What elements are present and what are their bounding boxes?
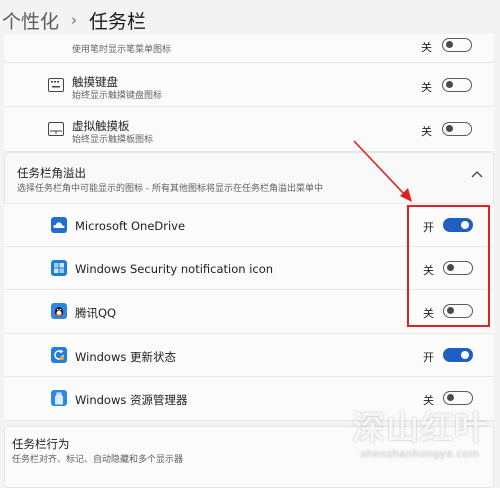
breadcrumb: 个性化 › 任务栏 (2, 6, 146, 34)
touch-keyboard-toggle[interactable] (442, 78, 472, 92)
touch-keyboard-state: 关 (421, 81, 432, 94)
pen-menu-row: 使用笔时显示笔菜单图标 关 (4, 34, 494, 60)
app-name: Windows Security notification icon (75, 262, 274, 276)
highlight-box (407, 205, 490, 327)
app-name: Windows 更新状态 (75, 350, 176, 364)
app-state: 开 (423, 351, 434, 364)
usb-drive-icon (51, 390, 67, 406)
page-title: 任务栏 (89, 10, 147, 33)
watermark: 深山红叶 shenshanhongye.com (345, 401, 495, 471)
breadcrumb-separator-icon: › (71, 11, 78, 29)
app-name: 腾讯QQ (75, 306, 117, 320)
virtual-touchpad-toggle[interactable] (442, 122, 472, 136)
virtual-touchpad-row: 虚拟触摸板 始终显示触摸板图标 关 (4, 106, 494, 151)
watermark-text: 深山红叶 (352, 408, 488, 447)
annotation-arrow-icon (353, 140, 412, 202)
app-name: Microsoft OneDrive (75, 219, 186, 233)
touch-keyboard-row: 触摸键盘 始终显示触摸键盘图标 关 (4, 62, 494, 107)
security-shield-icon (51, 260, 67, 276)
windows-update-icon (51, 347, 67, 363)
qq-penguin-icon (51, 303, 67, 319)
onedrive-icon (51, 217, 67, 233)
chevron-up-icon[interactable] (471, 167, 483, 181)
app-row-windows-update: Windows 更新状态 开 (4, 333, 494, 377)
windows-update-toggle[interactable] (443, 348, 473, 362)
pen-menu-subtitle: 使用笔时显示笔菜单图标 (72, 45, 172, 55)
breadcrumb-parent[interactable]: 个性化 (2, 7, 59, 34)
pen-menu-state: 关 (421, 41, 432, 54)
overflow-section-header[interactable]: 任务栏角溢出 选择任务栏角中可能显示的图标 - 所有其他图标将显示在任务栏角溢出… (4, 152, 494, 204)
virtual-touchpad-subtitle: 始终显示触摸板图标 (72, 135, 154, 145)
taskbar-behavior-subtitle: 任务栏对齐、标记、自动隐藏和多个显示器 (12, 455, 184, 465)
watermark-url: shenshanhongye.com (360, 449, 480, 460)
keyboard-icon (48, 78, 64, 92)
app-name: Windows 资源管理器 (75, 393, 188, 407)
touchpad-icon (48, 122, 64, 136)
overflow-section-subtitle: 选择任务栏角中可能显示的图标 - 所有其他图标将显示在任务栏角溢出菜单中 (17, 184, 323, 194)
pen-menu-toggle[interactable] (442, 38, 472, 52)
virtual-touchpad-state: 关 (421, 125, 432, 138)
overflow-section-title: 任务栏角溢出 (17, 166, 86, 180)
touch-keyboard-subtitle: 始终显示触摸键盘图标 (72, 91, 163, 101)
taskbar-behavior-title: 任务栏行为 (12, 437, 70, 451)
